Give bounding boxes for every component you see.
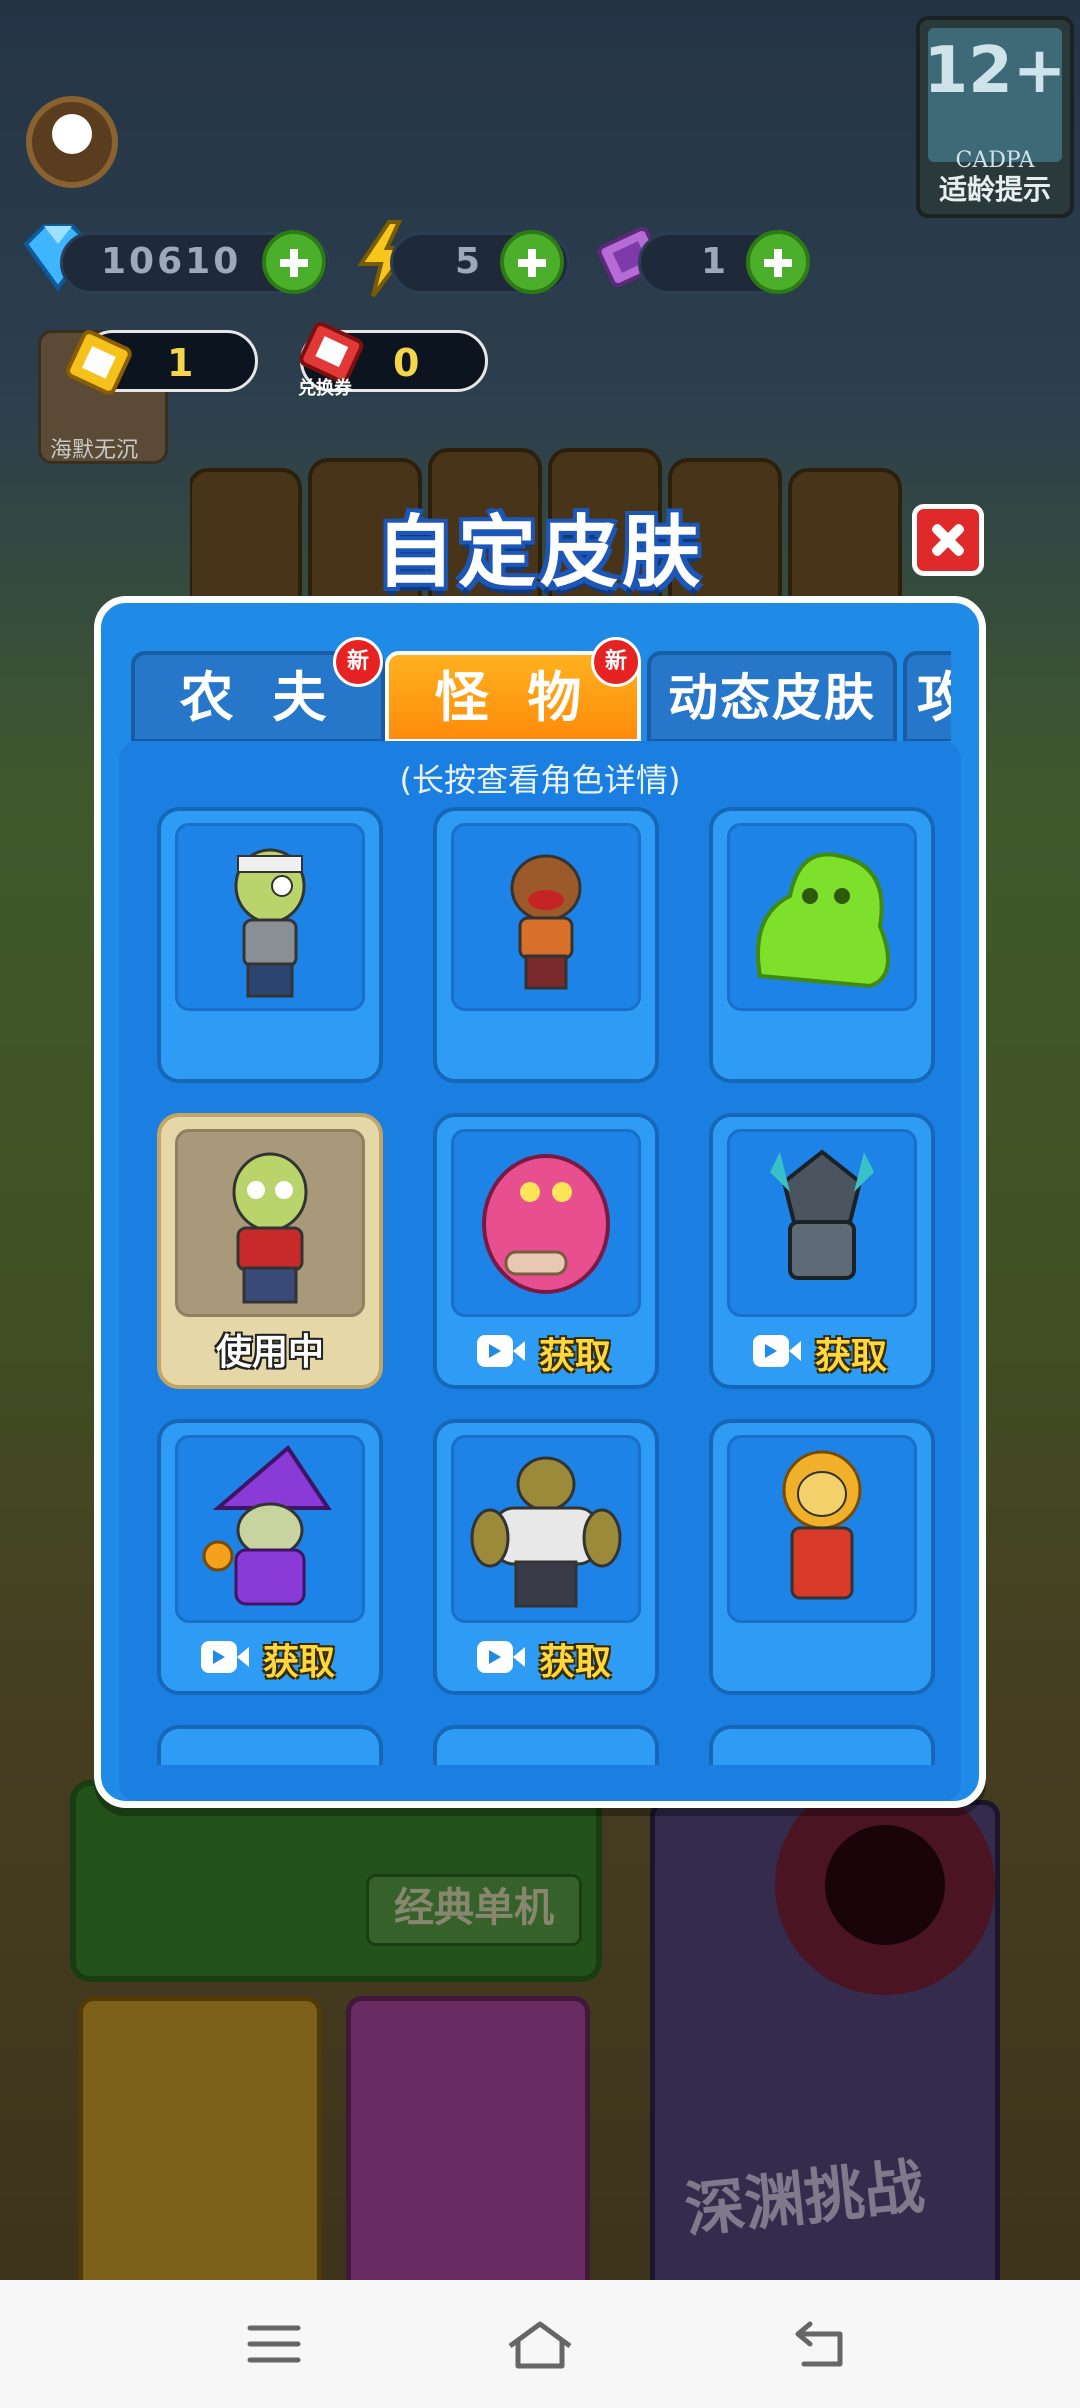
get-label: 获取: [539, 1336, 612, 1377]
zombie-orange-icon: [451, 823, 641, 1011]
video-ad-icon: [477, 1335, 525, 1367]
slime-green-icon: [727, 823, 917, 1011]
skin-card-10[interactable]: [157, 1725, 383, 1765]
add-ticket-button[interactable]: [746, 230, 810, 294]
close-button[interactable]: [912, 504, 984, 576]
gold-ticket-icon: [58, 322, 138, 402]
exchange-voucher-label: 兑换券: [298, 378, 352, 399]
age-rating-number: 12+: [923, 34, 1067, 108]
player-name: 海默无沉: [50, 438, 139, 463]
home-icon[interactable]: [504, 2316, 576, 2372]
skin-card-3[interactable]: [709, 807, 935, 1083]
zombie-bandaged-icon: [175, 823, 365, 1011]
skin-card-8[interactable]: 获取: [433, 1419, 659, 1695]
menu-icon[interactable]: [244, 2316, 304, 2372]
ticket-value: 1: [701, 241, 730, 282]
get-label: 获取: [539, 1642, 612, 1683]
knight-armored-icon: [727, 1129, 917, 1317]
add-energy-button[interactable]: [500, 230, 564, 294]
energy-value: 5: [455, 241, 484, 282]
monster-pink-fish-icon: [451, 1129, 641, 1317]
in-use-label: 使用中: [215, 1332, 324, 1373]
skin-card-2[interactable]: [433, 807, 659, 1083]
skin-grid: (长按查看角色详情) 使用中 获取 获取 获取 获取: [119, 741, 961, 1801]
tab-dynamic-skin[interactable]: 动态皮肤: [647, 651, 897, 741]
exchange-voucher-value: 0: [393, 341, 420, 385]
skin-card-11[interactable]: [433, 1725, 659, 1765]
tab-attack[interactable]: 攻: [903, 651, 951, 741]
new-badge-monster: 新: [591, 637, 641, 687]
skin-card-5[interactable]: 获取: [433, 1113, 659, 1389]
gem-value: 10610: [101, 241, 242, 282]
skin-panel: 农 夫 怪 物 动态皮肤 攻 新 新 (长按查看角色详情): [94, 596, 986, 1808]
gold-ticket-value: 1: [167, 341, 194, 385]
video-ad-icon: [753, 1335, 801, 1367]
skin-card-9[interactable]: [709, 1419, 935, 1695]
age-rating-label: 适龄提示: [938, 173, 1051, 206]
get-label: 获取: [263, 1642, 336, 1683]
zombie-lion-icon: [727, 1435, 917, 1623]
zombie-wizard-icon: [175, 1435, 365, 1623]
skin-card-12[interactable]: [709, 1725, 935, 1765]
skin-card-7[interactable]: 获取: [157, 1419, 383, 1695]
get-label: 获取: [815, 1336, 888, 1377]
zombie-classic-icon: [175, 1129, 365, 1317]
skin-card-1[interactable]: [157, 807, 383, 1083]
skin-card-6[interactable]: 获取: [709, 1113, 935, 1389]
skin-card-4[interactable]: 使用中: [157, 1113, 383, 1389]
tab-bar: 农 夫 怪 物 动态皮肤 攻: [131, 641, 951, 741]
back-icon[interactable]: [790, 2316, 850, 2372]
settings-button[interactable]: [26, 96, 118, 188]
video-ad-icon: [201, 1641, 249, 1673]
new-badge-farmer: 新: [333, 637, 383, 687]
zombie-muscle-icon: [451, 1435, 641, 1623]
age-rating-badge[interactable]: 12+ CADPA 适龄提示: [916, 16, 1074, 218]
add-gem-button[interactable]: [262, 230, 326, 294]
long-press-hint: (长按查看角色详情): [399, 761, 681, 799]
video-ad-icon: [477, 1641, 525, 1673]
system-nav-bar: [0, 2280, 1080, 2408]
